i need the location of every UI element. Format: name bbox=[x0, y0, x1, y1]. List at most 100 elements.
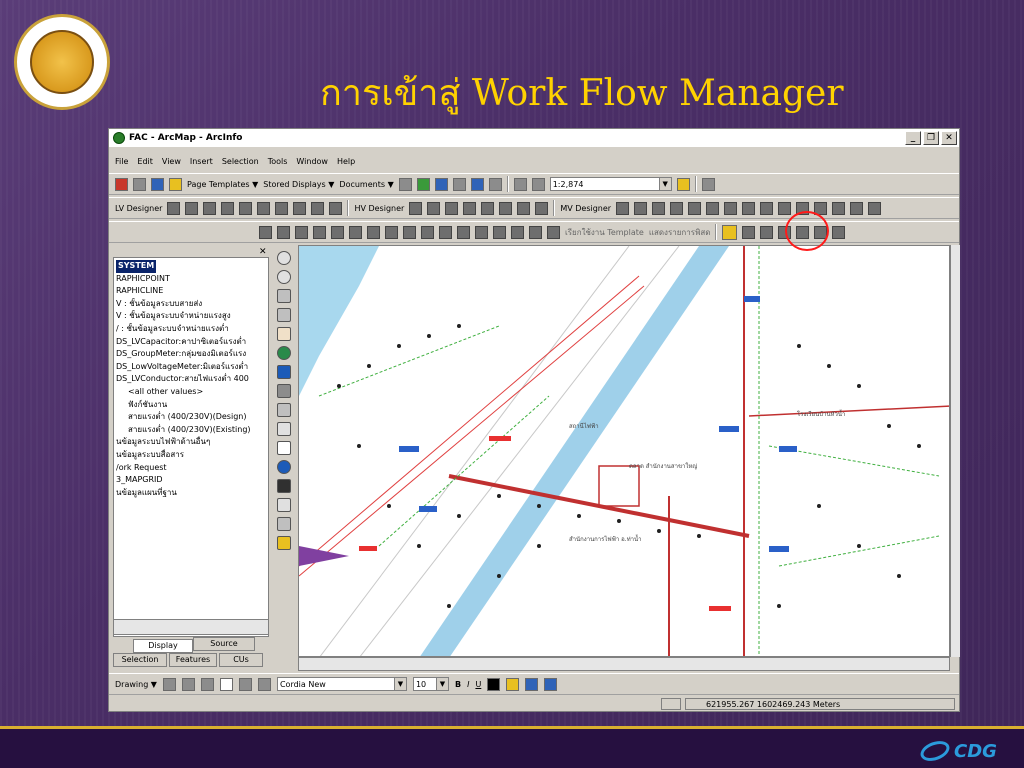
mv-tool-icon[interactable] bbox=[832, 201, 846, 215]
tab-display[interactable]: Display bbox=[133, 639, 193, 653]
pan-icon[interactable] bbox=[277, 327, 291, 341]
info-icon[interactable] bbox=[169, 177, 182, 191]
wf-tool-icon[interactable] bbox=[295, 225, 308, 239]
find-icon[interactable] bbox=[277, 479, 291, 493]
wf-tool-icon[interactable] bbox=[349, 225, 362, 239]
italic-button[interactable]: I bbox=[467, 680, 469, 689]
fixed-zoom-out-icon[interactable] bbox=[277, 308, 291, 322]
lv-tool-icon[interactable] bbox=[257, 201, 271, 215]
wf-tool-icon[interactable] bbox=[493, 225, 506, 239]
zoom-page-icon[interactable] bbox=[200, 677, 214, 691]
measure-icon[interactable] bbox=[277, 517, 291, 531]
tab-source[interactable]: Source bbox=[193, 637, 255, 651]
toc-item[interactable]: /ork Request bbox=[116, 462, 266, 475]
wf-tool-icon[interactable] bbox=[259, 225, 272, 239]
toc-item[interactable]: V : ชั้นข้อมูลระบบสายส่ง bbox=[116, 298, 266, 311]
forward-arrow-icon[interactable] bbox=[277, 384, 291, 398]
tab-cus[interactable]: CUs bbox=[219, 653, 263, 667]
menu-window[interactable]: Window bbox=[296, 157, 328, 166]
marker-color-icon[interactable] bbox=[544, 677, 558, 691]
toc-item[interactable]: 3_MAPGRID bbox=[116, 474, 266, 487]
mv-tool-icon[interactable] bbox=[706, 201, 720, 215]
mv-tool-icon[interactable] bbox=[670, 201, 684, 215]
menu-view[interactable]: View bbox=[162, 157, 181, 166]
page-icon[interactable] bbox=[115, 177, 128, 191]
toc-item[interactable]: V : ชั้นข้อมูลระบบจำหน่ายแรงสูง bbox=[116, 310, 266, 323]
globe-tool-icon[interactable] bbox=[151, 177, 164, 191]
scale-combo[interactable]: 1:2,874 ▼ bbox=[549, 177, 672, 191]
identify-icon[interactable] bbox=[277, 460, 291, 474]
mv-tool-icon[interactable] bbox=[688, 201, 702, 215]
toc-item[interactable]: DS_LVConductor:สายไฟแรงต่ำ 400 bbox=[116, 373, 266, 386]
wf-tool-icon[interactable] bbox=[439, 225, 452, 239]
toc-close-icon[interactable]: ✕ bbox=[259, 247, 269, 257]
toc-item[interactable]: นข้อมูลแผนที่ฐาน bbox=[116, 487, 266, 500]
hv-tool-icon[interactable] bbox=[463, 201, 477, 215]
hyperlink-icon[interactable] bbox=[277, 536, 291, 550]
work-flow-manager-icon[interactable] bbox=[722, 224, 738, 240]
lv-tool-icon[interactable] bbox=[221, 201, 235, 215]
mv-tool-icon[interactable] bbox=[652, 201, 666, 215]
tab-selection[interactable]: Selection bbox=[113, 653, 167, 667]
redo-icon[interactable] bbox=[531, 177, 545, 191]
menu-help[interactable]: Help bbox=[337, 157, 355, 166]
wf-tool-icon[interactable] bbox=[475, 225, 488, 239]
wf-tool-icon[interactable] bbox=[421, 225, 434, 239]
wf-tool-icon[interactable] bbox=[742, 225, 756, 239]
font-combo[interactable]: Cordia New ▼ bbox=[276, 677, 407, 691]
fixed-zoom-in-icon[interactable] bbox=[277, 289, 291, 303]
list-button[interactable]: แสดงรายการพิสด bbox=[649, 226, 711, 239]
rotate-icon[interactable] bbox=[181, 677, 195, 691]
wf-tool-icon[interactable] bbox=[529, 225, 542, 239]
template-button[interactable]: เรียกใช้งาน Template bbox=[565, 226, 644, 239]
grid-icon[interactable] bbox=[452, 177, 466, 191]
map-view[interactable]: สถานีไฟฟ้า โรงเรียนบ้านหัวน้ำ สำนักงานกา… bbox=[298, 245, 950, 657]
mv-tool-icon[interactable] bbox=[634, 201, 648, 215]
mv-tool-icon[interactable] bbox=[778, 201, 792, 215]
layers-icon[interactable] bbox=[416, 177, 430, 191]
wf-tool-icon[interactable] bbox=[832, 225, 846, 239]
editor-icon[interactable] bbox=[701, 177, 715, 191]
lv-tool-icon[interactable] bbox=[275, 201, 289, 215]
toc-item[interactable]: RAPHICLINE bbox=[116, 285, 266, 298]
restore-button[interactable]: ❐ bbox=[923, 131, 939, 145]
mv-tool-icon[interactable] bbox=[616, 201, 630, 215]
minimize-button[interactable]: _ bbox=[905, 131, 921, 145]
select-arrow-icon[interactable] bbox=[162, 677, 176, 691]
wf-tool-icon[interactable] bbox=[760, 225, 774, 239]
wf-tool-icon[interactable] bbox=[313, 225, 326, 239]
lv-tool-icon[interactable] bbox=[203, 201, 217, 215]
font-color-icon[interactable] bbox=[487, 677, 501, 691]
menu-selection[interactable]: Selection bbox=[222, 157, 259, 166]
fill-color-icon[interactable] bbox=[506, 677, 520, 691]
toc-item[interactable]: RAPHICPOINT bbox=[116, 273, 266, 286]
full-extent-icon[interactable] bbox=[277, 346, 291, 360]
toc-item[interactable]: DS_LowVoltageMeter:มิเตอร์แรงต่ำ bbox=[116, 361, 266, 374]
select-elements-icon[interactable] bbox=[277, 441, 291, 455]
lv-tool-icon[interactable] bbox=[329, 201, 343, 215]
toc-item[interactable]: นข้อมูลระบบไฟฟ้าด้านอื่นๆ bbox=[116, 436, 266, 449]
close-button[interactable]: ✕ bbox=[941, 131, 957, 145]
wf-tool-icon[interactable] bbox=[367, 225, 380, 239]
wf-tool-icon[interactable] bbox=[331, 225, 344, 239]
undo-icon[interactable] bbox=[513, 177, 527, 191]
add-data-icon[interactable] bbox=[676, 177, 690, 191]
lv-tool-icon[interactable] bbox=[185, 201, 199, 215]
wf-tool-icon[interactable] bbox=[385, 225, 398, 239]
lv-tool-icon[interactable] bbox=[293, 201, 307, 215]
map-vertical-scrollbar[interactable] bbox=[950, 245, 960, 657]
hv-tool-icon[interactable] bbox=[427, 201, 441, 215]
menu-tools[interactable]: Tools bbox=[268, 157, 288, 166]
drawing-menu[interactable]: Drawing ▼ bbox=[115, 680, 157, 689]
tab-features[interactable]: Features bbox=[169, 653, 217, 667]
hv-tool-icon[interactable] bbox=[445, 201, 459, 215]
toc-item[interactable]: DS_LVCapacitor:คาปาซิเตอร์แรงต่ำ bbox=[116, 336, 266, 349]
underline-button[interactable]: U bbox=[475, 680, 481, 689]
map-icon[interactable] bbox=[434, 177, 448, 191]
go-to-xy-icon[interactable] bbox=[277, 498, 291, 512]
rectangle-icon[interactable] bbox=[219, 677, 233, 691]
documents-menu[interactable]: Documents ▼ bbox=[339, 180, 393, 189]
mv-tool-icon[interactable] bbox=[760, 201, 774, 215]
toc-item[interactable]: SYSTEM bbox=[116, 260, 266, 273]
toc-horizontal-scrollbar[interactable] bbox=[113, 619, 269, 635]
